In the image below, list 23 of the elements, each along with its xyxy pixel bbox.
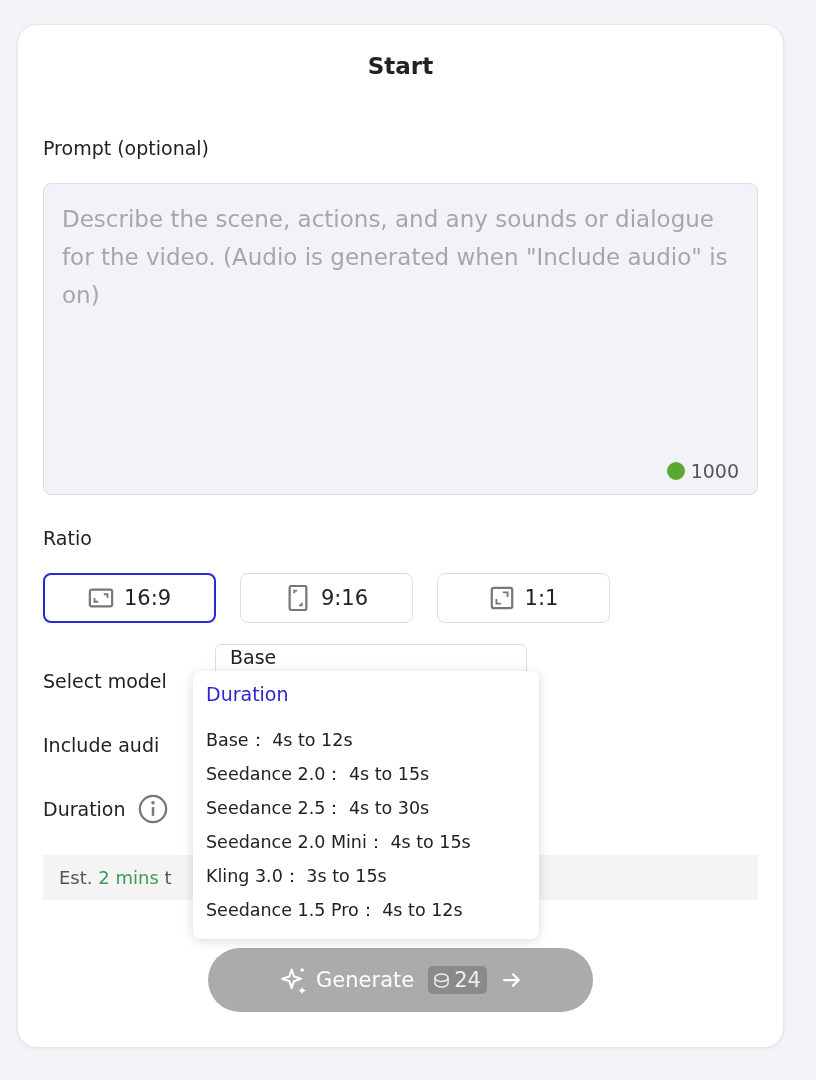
duration-entry: Base： 4s to 12s bbox=[206, 729, 354, 752]
duration-entry: Seedance 2.0 Mini： 4s to 15s bbox=[206, 831, 472, 854]
credit-cost: 24 bbox=[428, 966, 487, 994]
card-title: Start bbox=[366, 53, 435, 79]
duration-entry: Seedance 1.5 Pro： 4s to 12s bbox=[206, 899, 464, 922]
field-label: Prompt (optional) bbox=[43, 137, 211, 159]
ratio-button[interactable]: 16:9 bbox=[43, 573, 216, 623]
arrow-right-icon bbox=[502, 973, 521, 987]
square-frame-icon bbox=[488, 585, 515, 611]
ratio-button[interactable]: 9:16 bbox=[240, 573, 413, 623]
ratio-button[interactable]: 1:1 bbox=[437, 573, 610, 623]
field-label: Duration bbox=[43, 798, 126, 820]
duration-entry: Seedance 2.0： 4s to 15s bbox=[206, 763, 431, 786]
duration-entry: Seedance 2.5： 4s to 30s bbox=[206, 797, 431, 820]
character-count: 1000 bbox=[690, 460, 739, 482]
duration-entry: Kling 3.0： 3s to 15s bbox=[206, 865, 388, 888]
field-label: Select model bbox=[43, 670, 168, 692]
coin-icon bbox=[434, 972, 450, 988]
field-label: Ratio bbox=[43, 527, 93, 549]
info-icon[interactable] bbox=[137, 794, 168, 824]
estimate-text: Est. 2 mins t bbox=[59, 867, 172, 888]
popover-title: Duration bbox=[206, 683, 290, 705]
sparkle-icon bbox=[280, 966, 309, 994]
